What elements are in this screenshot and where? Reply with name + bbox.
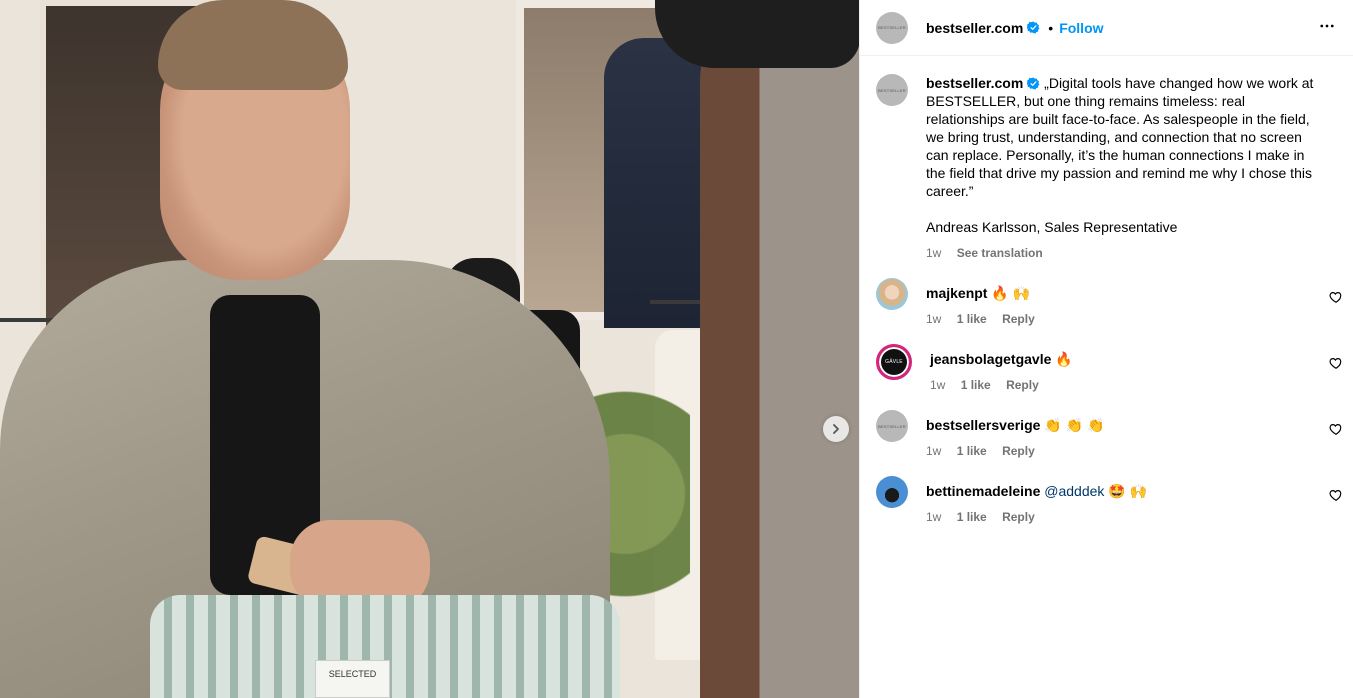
photo-clothing-tag: SELECTED <box>315 660 390 698</box>
comment-text: 🔥 🙌 <box>991 285 1031 301</box>
post-caption: BESTSELLER bestseller.com „Digital tools… <box>860 56 1353 262</box>
photo-cap <box>655 0 859 68</box>
photo-poster-figure <box>604 38 704 328</box>
comment-likes[interactable]: 1 like <box>957 312 987 326</box>
caption-meta: 1w See translation <box>926 244 1324 262</box>
comment-item: majkenpt 🔥 🙌 1w 1 like Reply <box>860 276 1353 342</box>
verified-badge-icon <box>1027 21 1040 34</box>
comment-username[interactable]: jeansbolagetgavle <box>930 351 1051 367</box>
post-side-panel: BESTSELLER bestseller.com • Follow BESTS… <box>859 0 1353 698</box>
comment-text: 👏 👏 👏 <box>1044 417 1105 433</box>
comment-avatar[interactable] <box>876 278 908 310</box>
comment-reply-button[interactable]: Reply <box>1002 312 1035 326</box>
photo-person-right <box>700 0 859 698</box>
post-header: BESTSELLER bestseller.com • Follow <box>860 0 1353 56</box>
comment-mention-link[interactable]: @adddek <box>1044 483 1104 499</box>
comment-age: 1w <box>930 378 946 392</box>
more-options-icon[interactable] <box>1315 14 1339 38</box>
comment-reply-button[interactable]: Reply <box>1006 378 1039 392</box>
comment-username[interactable]: bestsellersverige <box>926 417 1040 433</box>
heart-icon[interactable] <box>1329 290 1343 304</box>
next-arrow-icon <box>833 424 839 434</box>
follow-button[interactable]: Follow <box>1059 20 1103 36</box>
see-translation-link[interactable]: See translation <box>957 246 1043 260</box>
header-separator: • <box>1048 19 1054 36</box>
comment-age: 1w <box>926 510 942 524</box>
heart-icon[interactable] <box>1329 488 1343 502</box>
author-avatar[interactable]: BESTSELLER <box>876 11 908 44</box>
comment-reply-button[interactable]: Reply <box>1002 510 1035 524</box>
comment-avatar[interactable] <box>876 476 908 508</box>
post-media[interactable]: SELECTED <box>0 0 859 698</box>
verified-badge-icon <box>1027 77 1040 90</box>
comment-reply-button[interactable]: Reply <box>1002 444 1035 458</box>
caption-author-avatar[interactable]: BESTSELLER <box>876 74 908 106</box>
heart-icon[interactable] <box>1329 356 1343 370</box>
comment-username[interactable]: bettinemadeleine <box>926 483 1040 499</box>
comment-item: GÄVLE jeansbolagetgavle 🔥 1w 1 like Repl… <box>860 342 1353 408</box>
comment-text: 🔥 <box>1055 351 1073 367</box>
author-username[interactable]: bestseller.com <box>926 20 1023 36</box>
comment-likes[interactable]: 1 like <box>957 510 987 524</box>
comment-username[interactable]: majkenpt <box>926 285 987 301</box>
comment-text: 🤩 🙌 <box>1108 483 1148 499</box>
caption-author-username[interactable]: bestseller.com <box>926 75 1023 91</box>
comment-likes[interactable]: 1 like <box>961 378 991 392</box>
comment-item: bettinemadeleine @adddek 🤩 🙌 1w 1 like R… <box>860 474 1353 540</box>
comment-age: 1w <box>926 312 942 326</box>
comment-avatar[interactable]: BESTSELLER <box>876 410 908 442</box>
comment-age: 1w <box>926 444 942 458</box>
comment-item: BESTSELLER bestsellersverige 👏 👏 👏 1w 1 … <box>860 408 1353 474</box>
caption-signature: Andreas Karlsson, Sales Representative <box>926 219 1178 235</box>
comment-likes[interactable]: 1 like <box>957 444 987 458</box>
caption-age: 1w <box>926 246 942 260</box>
heart-icon[interactable] <box>1329 422 1343 436</box>
photo-man-hair <box>158 0 348 90</box>
comment-avatar[interactable]: GÄVLE <box>876 344 912 380</box>
caption-text: „Digital tools have changed how we work … <box>926 75 1314 199</box>
next-slide-button[interactable] <box>823 416 849 442</box>
